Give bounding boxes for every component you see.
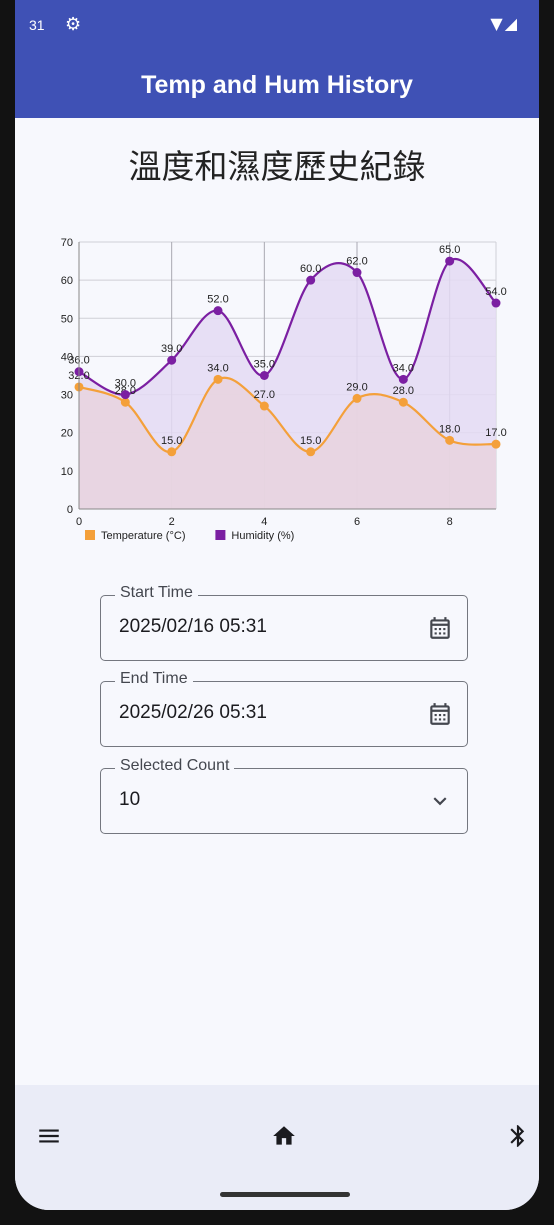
end-time-value: 2025/02/26 05:31 bbox=[119, 702, 267, 723]
selected-count-value: 10 bbox=[119, 789, 141, 810]
screen: 31 ⚙ ▼◢ Temp and Hum History 溫度和濕度歷史紀錄 0… bbox=[15, 0, 539, 1210]
app-title: Temp and Hum History bbox=[141, 70, 413, 99]
gear-icon: ⚙ bbox=[65, 14, 82, 35]
data-point bbox=[352, 268, 362, 278]
end-time-label: End Time bbox=[115, 670, 193, 688]
x-tick-label: 4 bbox=[261, 516, 267, 528]
data-label: 52.0 bbox=[207, 294, 228, 306]
data-label: 39.0 bbox=[161, 343, 182, 355]
legend-swatch bbox=[85, 530, 95, 540]
data-label: 34.0 bbox=[207, 362, 228, 374]
phone-frame: 31 ⚙ ▼◢ Temp and Hum History 溫度和濕度歷史紀錄 0… bbox=[0, 0, 554, 1225]
data-point bbox=[352, 393, 362, 403]
data-label: 27.0 bbox=[254, 389, 275, 401]
data-point bbox=[259, 371, 269, 380]
calendar-icon[interactable] bbox=[427, 701, 453, 727]
end-time-field[interactable]: End Time 2025/02/26 05:31 bbox=[100, 670, 468, 747]
page-title: 溫度和濕度歷史紀錄 bbox=[128, 147, 426, 186]
y-tick-label: 50 bbox=[61, 313, 73, 325]
start-time-value: 2025/02/16 05:31 bbox=[119, 616, 267, 637]
data-label: 29.0 bbox=[346, 381, 367, 393]
data-point bbox=[445, 435, 455, 445]
bottom-nav-bar bbox=[15, 1085, 539, 1210]
y-tick-label: 60 bbox=[61, 275, 73, 287]
chevron-down-icon[interactable] bbox=[427, 788, 453, 814]
data-label: 18.0 bbox=[439, 423, 460, 435]
menu-icon[interactable] bbox=[36, 1123, 62, 1149]
x-tick-label: 8 bbox=[447, 516, 453, 528]
data-point bbox=[167, 355, 177, 365]
data-label: 54.0 bbox=[485, 286, 506, 298]
bluetooth-icon[interactable] bbox=[505, 1123, 531, 1149]
history-chart: 0102030405060700246832.028.015.034.027.0… bbox=[15, 220, 539, 550]
legend-label: Temperature (°C) bbox=[101, 530, 185, 542]
y-tick-label: 10 bbox=[61, 466, 73, 478]
y-tick-label: 30 bbox=[61, 390, 73, 402]
x-tick-label: 6 bbox=[354, 516, 360, 528]
y-tick-label: 20 bbox=[61, 428, 73, 440]
home-icon[interactable] bbox=[271, 1123, 297, 1149]
y-tick-label: 70 bbox=[61, 237, 73, 249]
legend-label: Humidity (%) bbox=[231, 530, 294, 542]
data-point bbox=[167, 447, 177, 457]
calendar-icon[interactable] bbox=[427, 615, 453, 641]
chart-svg: 0102030405060700246832.028.015.034.027.0… bbox=[61, 237, 507, 542]
data-label: 62.0 bbox=[346, 256, 367, 268]
data-point bbox=[445, 256, 455, 266]
status-bar: 31 ⚙ ▼◢ bbox=[15, 0, 539, 52]
data-point bbox=[491, 439, 501, 449]
data-label: 30.0 bbox=[115, 378, 136, 390]
data-label: 34.0 bbox=[393, 362, 414, 374]
start-time-field[interactable]: Start Time 2025/02/16 05:31 bbox=[100, 584, 468, 661]
data-label: 17.0 bbox=[485, 427, 506, 439]
x-tick-label: 2 bbox=[169, 516, 175, 528]
data-label: 15.0 bbox=[300, 435, 321, 447]
app-bar: Temp and Hum History bbox=[15, 52, 539, 118]
status-icons: ▼◢ bbox=[490, 14, 519, 33]
data-point bbox=[213, 374, 223, 384]
legend-swatch bbox=[215, 530, 226, 540]
data-label: 35.0 bbox=[254, 359, 275, 371]
data-point bbox=[491, 298, 501, 308]
data-label: 60.0 bbox=[300, 263, 321, 275]
status-time: 31 bbox=[29, 17, 45, 33]
data-label: 28.0 bbox=[393, 385, 414, 397]
data-point bbox=[120, 390, 130, 400]
data-point bbox=[306, 447, 316, 457]
data-point bbox=[398, 374, 408, 384]
data-point bbox=[259, 401, 269, 411]
y-tick-label: 0 bbox=[67, 504, 73, 516]
data-point bbox=[213, 306, 223, 316]
data-point bbox=[398, 397, 408, 407]
data-label: 65.0 bbox=[439, 244, 460, 256]
x-tick-label: 0 bbox=[76, 516, 82, 528]
data-point bbox=[306, 275, 316, 285]
data-label: 15.0 bbox=[161, 435, 182, 447]
selected-count-label: Selected Count bbox=[115, 757, 235, 775]
home-indicator bbox=[220, 1192, 350, 1197]
selected-count-dropdown[interactable]: Selected Count 10 bbox=[100, 757, 468, 834]
start-time-label: Start Time bbox=[115, 584, 198, 602]
